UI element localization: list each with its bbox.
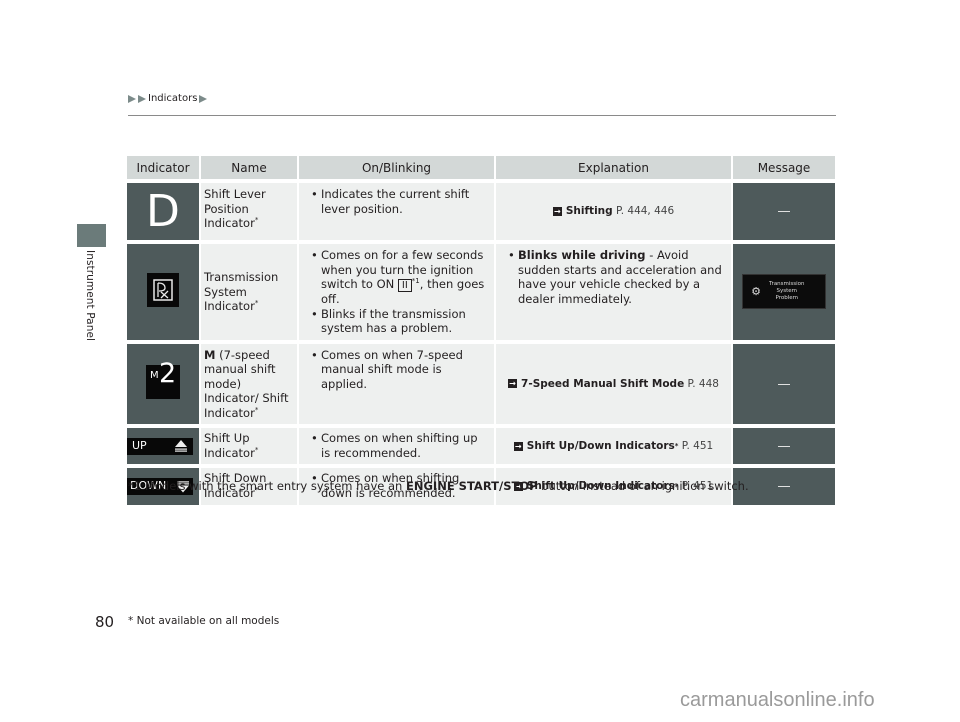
shift-up-icon: UP	[127, 437, 193, 455]
indicator-cell	[127, 244, 199, 340]
no-message-dash	[778, 211, 790, 213]
column-header-explanation: Explanation	[496, 156, 731, 179]
page-reference-link[interactable]: → Shift Up/Down Indicators * P. 451	[496, 439, 731, 454]
message-cell	[733, 183, 835, 240]
on-blinking-cell: Comes on for a few seconds when you turn…	[299, 244, 494, 340]
page-reference-link[interactable]: → 7-Speed Manual Shift Mode P. 448	[496, 377, 731, 392]
reference-title: Shifting	[565, 205, 613, 218]
watermark: carmanualsonline.info	[680, 689, 875, 711]
no-message-dash	[778, 445, 790, 447]
name-cell: Shift Lever Position Indicator*	[201, 183, 297, 240]
table-row: D Shift Lever Position Indicator* Indica…	[127, 183, 835, 240]
name-cell: M (7-speed manual shift mode) Indicator/…	[201, 343, 297, 424]
breadcrumb-label[interactable]: Indicators	[148, 93, 197, 104]
availability-mark: *	[254, 445, 259, 454]
condition-item: Indicates the current shift lever positi…	[311, 187, 490, 216]
reference-title: 7-Speed Manual Shift Mode	[521, 377, 685, 390]
reference-arrow-icon: →	[508, 379, 518, 389]
indicator-name: Shift Up Indicator	[204, 431, 255, 460]
table-header-row: Indicator Name On/Blinking Explanation M…	[127, 156, 835, 179]
reference-arrow-icon: →	[513, 441, 523, 451]
ignition-footnote: *1:Models with the smart entry system ha…	[128, 479, 749, 493]
on-blinking-cell: Comes on when 7-speed manual shift mode …	[299, 343, 494, 424]
indicators-table: Indicator Name On/Blinking Explanation M…	[125, 152, 837, 509]
warning-gear-icon: ⚙	[751, 284, 761, 298]
indicator-cell: D	[127, 183, 199, 240]
reference-arrow-icon: →	[552, 207, 562, 216]
message-cell	[733, 343, 835, 424]
availability-note: * Not available on all models	[128, 615, 280, 627]
header-divider	[128, 115, 836, 116]
explanation-cell: → Shifting P. 444, 446	[496, 183, 731, 240]
indicator-name: (7-speed manual shift mode) Indicator/ S…	[204, 347, 289, 420]
reference-page: P. 451	[681, 439, 714, 452]
reference-title: Shift Up/Down Indicators	[526, 439, 675, 452]
message-cell: ⚙ Transmission System Problem	[733, 244, 835, 340]
breadcrumb-arrow-icon	[138, 94, 146, 103]
message-cell	[733, 428, 835, 464]
page-number: 80	[95, 613, 115, 631]
condition-item: Comes on when 7-speed manual shift mode …	[311, 348, 490, 392]
reference-page: P. 448	[687, 377, 719, 390]
indicator-cell: UP	[127, 428, 199, 464]
column-header-on-blinking: On/Blinking	[299, 156, 494, 179]
breadcrumb-arrow-icon	[128, 94, 136, 103]
availability-mark: *	[254, 216, 259, 225]
section-label: Instrument Panel	[84, 250, 96, 342]
reference-page: P. 444, 446	[616, 205, 675, 218]
explanation-cell: → 7-Speed Manual Shift Mode P. 448	[496, 343, 731, 424]
table-row: UP Shift Up Indicator* Comes on when shi…	[127, 428, 835, 464]
breadcrumb-arrow-icon	[199, 94, 208, 103]
manual-mode-m2-icon: M2	[146, 360, 180, 399]
availability-mark: *	[254, 405, 259, 414]
column-header-indicator: Indicator	[127, 156, 199, 179]
transmission-system-icon	[147, 273, 179, 307]
footnote-ref: *1	[411, 277, 420, 286]
condition-item: Comes on when shifting up is recommended…	[311, 431, 490, 460]
condition-item: Comes on for a few seconds when you turn…	[311, 248, 490, 307]
section-tab-marker	[77, 224, 106, 247]
ignition-on-key-icon: II	[397, 279, 412, 292]
explanation-cell: Blinks while driving - Avoid sudden star…	[496, 244, 731, 340]
transmission-problem-message: ⚙ Transmission System Problem	[742, 274, 826, 310]
page-reference-link[interactable]: → Shifting P. 444, 446	[496, 204, 731, 219]
shift-lever-d-icon: D	[146, 185, 180, 237]
explanation-item: Blinks while driving - Avoid sudden star…	[508, 248, 727, 306]
no-message-dash	[778, 383, 790, 385]
column-header-name: Name	[201, 156, 297, 179]
name-cell: Transmission System Indicator*	[201, 244, 297, 340]
column-header-message: Message	[733, 156, 835, 179]
table-row: M2 M (7-speed manual shift mode) Indicat…	[127, 343, 835, 424]
indicator-name: Transmission System Indicator	[204, 270, 279, 313]
name-cell: Shift Up Indicator*	[201, 428, 297, 464]
availability-mark: *	[254, 299, 259, 308]
table-row: Transmission System Indicator* Comes on …	[127, 244, 835, 340]
condition-item: Blinks if the transmission system has a …	[311, 307, 490, 336]
explanation-cell: → Shift Up/Down Indicators * P. 451	[496, 428, 731, 464]
no-message-dash	[778, 486, 790, 488]
on-blinking-cell: Indicates the current shift lever positi…	[299, 183, 494, 240]
indicator-cell: M2	[127, 343, 199, 424]
breadcrumb: Indicators	[128, 93, 208, 104]
on-blinking-cell: Comes on when shifting up is recommended…	[299, 428, 494, 464]
